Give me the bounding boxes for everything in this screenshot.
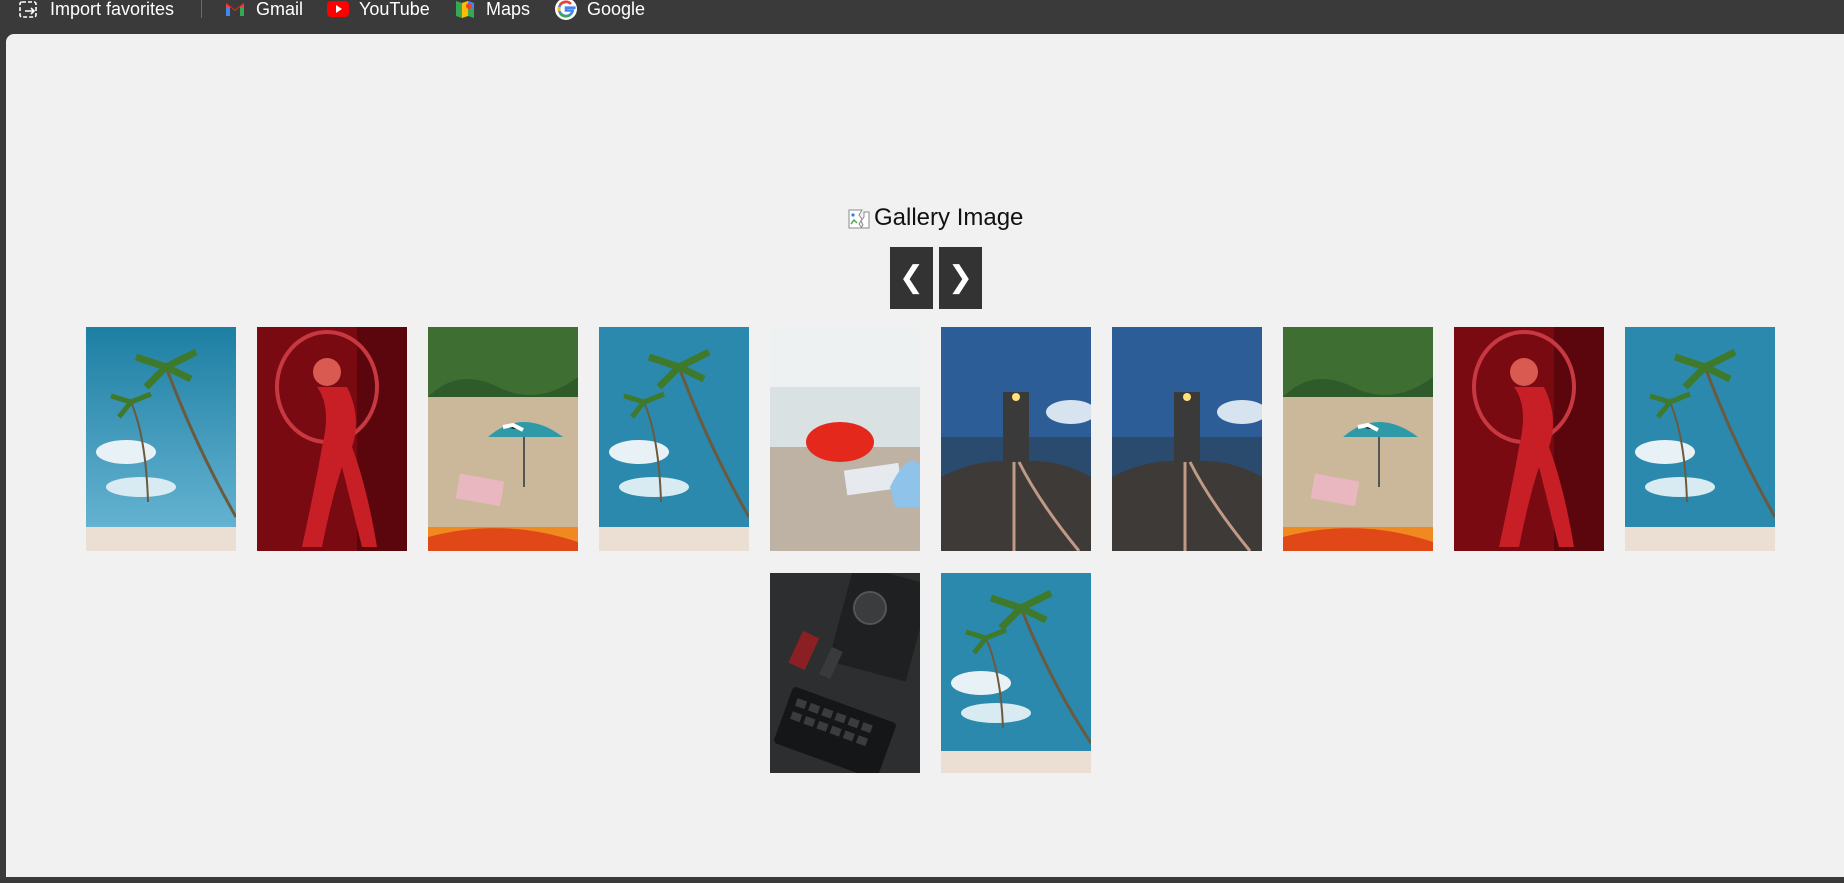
maps-icon [454, 0, 476, 20]
google-icon [555, 0, 577, 20]
gmail-label: Gmail [256, 0, 304, 19]
thumbnail-lighthouse[interactable] [941, 327, 1091, 551]
gmail-bookmark[interactable]: Gmail [224, 0, 304, 20]
thumbnail-umbrella-beach[interactable] [428, 327, 578, 551]
import-favorites-label: Import favorites [50, 0, 175, 19]
thumbnail-umbrella-beach[interactable] [1283, 327, 1433, 551]
google-bookmark[interactable]: Google [555, 0, 646, 20]
next-button[interactable]: ❯ [939, 247, 982, 309]
google-label: Google [587, 0, 646, 19]
main-image-alt-text: Gallery Image [874, 204, 1024, 231]
page-viewport: Gallery Image ❮ ❯ [6, 34, 1844, 877]
thumbnail-laptop-parts[interactable] [770, 573, 920, 773]
import-icon [18, 0, 40, 20]
broken-image-icon [848, 208, 870, 229]
thumbnail-palm-beach[interactable] [86, 327, 236, 551]
thumbnail-red-woman[interactable] [1454, 327, 1604, 551]
thumbnail-palm-beach[interactable] [599, 327, 749, 551]
thumbnail-red-woman[interactable] [257, 327, 407, 551]
maps-label: Maps [486, 0, 531, 19]
bookmarks-bar: Import favorites Gmail YouTube Maps Goog… [0, 0, 1844, 34]
main-gallery-image: Gallery Image [848, 204, 1023, 232]
thumbnail-palm-beach[interactable] [1625, 327, 1775, 551]
previous-button[interactable]: ❮ [890, 247, 933, 309]
thumbnail-palm-beach[interactable] [941, 573, 1091, 773]
bookmark-separator [201, 0, 202, 18]
gmail-icon [224, 0, 246, 20]
youtube-bookmark[interactable]: YouTube [327, 0, 430, 20]
thumbnail-lighthouse[interactable] [1112, 327, 1262, 551]
import-favorites-bookmark[interactable]: Import favorites [18, 0, 175, 20]
youtube-icon [327, 0, 349, 20]
thumbnail-red-umbrella-pebbles[interactable] [770, 327, 920, 551]
youtube-label: YouTube [359, 0, 430, 19]
maps-bookmark[interactable]: Maps [454, 0, 531, 20]
